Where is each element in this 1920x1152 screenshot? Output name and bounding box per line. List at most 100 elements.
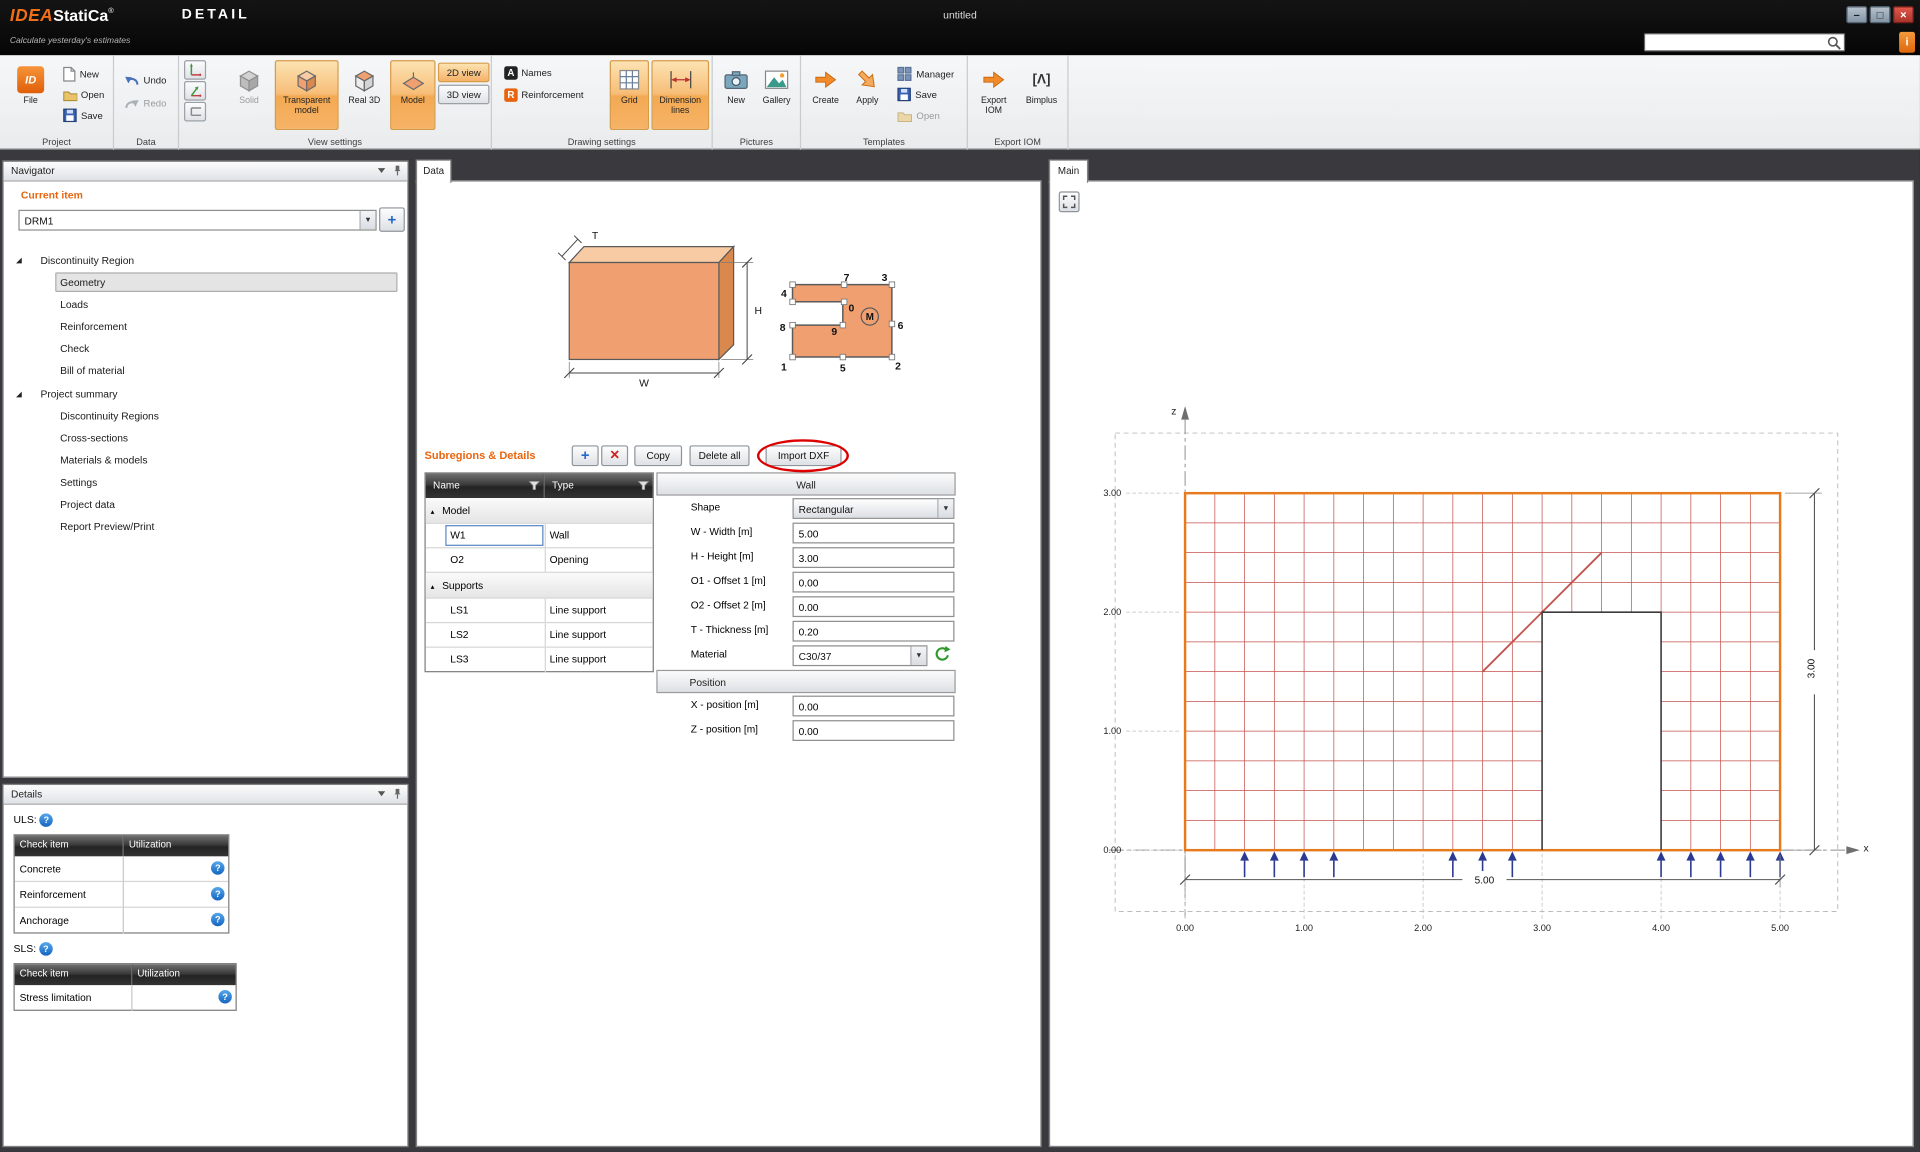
grid-toggle-button[interactable]: Grid bbox=[610, 60, 649, 130]
delete-all-button[interactable]: Delete all bbox=[689, 445, 749, 466]
table-row-o2[interactable]: O2 Opening bbox=[426, 548, 653, 573]
view-2d-button[interactable]: 2D view bbox=[438, 63, 490, 83]
chevron-down-icon[interactable]: ▼ bbox=[937, 499, 953, 517]
view-3d-button[interactable]: 3D view bbox=[438, 85, 490, 105]
uls-row-concrete[interactable]: Concrete bbox=[15, 856, 124, 882]
material-refresh-button[interactable] bbox=[934, 645, 951, 662]
add-item-button[interactable]: + bbox=[379, 207, 405, 232]
minimize-button[interactable]: – bbox=[1846, 6, 1867, 23]
filter-icon[interactable] bbox=[638, 481, 649, 491]
zpos-field[interactable] bbox=[793, 720, 955, 741]
template-save-button[interactable]: Save bbox=[892, 85, 966, 105]
tree-root-project-summary[interactable]: ◢ Project summary bbox=[4, 384, 403, 404]
tree-item-report-preview-print[interactable]: Report Preview/Print bbox=[60, 516, 154, 536]
details-header[interactable]: Details bbox=[4, 785, 408, 805]
column-header-type[interactable]: Type bbox=[545, 474, 653, 499]
help-icon[interactable]: ? bbox=[211, 861, 224, 874]
file-button[interactable]: ID File bbox=[10, 60, 52, 130]
tree-item-reinforcement[interactable]: Reinforcement bbox=[60, 317, 127, 337]
group-row-supports[interactable]: ▴ Supports bbox=[426, 573, 653, 599]
wall-drawing-canvas[interactable]: z x 3.002.001.000.000.001.002.003.004.00… bbox=[1050, 182, 1912, 1146]
maximize-button[interactable]: □ bbox=[1870, 6, 1891, 23]
expander-icon[interactable]: ◢ bbox=[16, 385, 22, 405]
undo-button[interactable]: Undo bbox=[119, 70, 174, 90]
tree-item-loads[interactable]: Loads bbox=[60, 294, 88, 314]
navigator-header[interactable]: Navigator bbox=[4, 162, 408, 182]
table-row-ls2[interactable]: LS2 Line support bbox=[426, 623, 653, 648]
help-icon[interactable]: ? bbox=[211, 887, 224, 900]
cell-name[interactable]: O2 bbox=[450, 548, 464, 571]
uls-row-anchorage[interactable]: Anchorage bbox=[15, 908, 124, 934]
model-view-button[interactable]: Model bbox=[390, 60, 435, 130]
collapse-icon[interactable]: ▴ bbox=[431, 509, 435, 516]
chevron-down-icon[interactable]: ▼ bbox=[359, 211, 375, 229]
uls-row-reinforcement[interactable]: Reinforcement bbox=[15, 882, 124, 908]
add-subregion-button[interactable]: + bbox=[572, 445, 599, 466]
close-button[interactable]: × bbox=[1893, 6, 1914, 23]
export-iom-button[interactable]: Export IOM bbox=[972, 60, 1016, 130]
axes-view-button-1[interactable] bbox=[184, 60, 206, 80]
new-project-button[interactable]: New bbox=[58, 64, 110, 84]
current-item-dropdown[interactable]: DRM1 ▼ bbox=[18, 210, 376, 231]
tree-item-geometry[interactable]: Geometry bbox=[55, 272, 397, 292]
offset2-field[interactable] bbox=[793, 596, 955, 617]
info-button[interactable]: i bbox=[1899, 32, 1915, 53]
bimplus-button[interactable]: [Λ] Bimplus bbox=[1018, 60, 1065, 130]
real-3d-button[interactable]: Real 3D bbox=[340, 60, 389, 130]
shape-select[interactable]: Rectangular ▼ bbox=[793, 498, 955, 519]
xpos-field[interactable] bbox=[793, 696, 955, 717]
table-row-ls1[interactable]: LS1 Line support bbox=[426, 599, 653, 624]
chevron-down-icon[interactable]: ▼ bbox=[910, 647, 926, 665]
table-row-w1[interactable]: W1 Wall bbox=[426, 524, 653, 549]
solid-view-button[interactable]: Solid bbox=[225, 60, 274, 130]
offset1-field[interactable] bbox=[793, 572, 955, 593]
height-field[interactable] bbox=[793, 547, 955, 568]
uls-help-icon[interactable]: ? bbox=[40, 813, 53, 826]
cell-name[interactable]: LS1 bbox=[450, 599, 468, 622]
filter-icon[interactable] bbox=[529, 481, 540, 491]
material-select[interactable]: C30/37 ▼ bbox=[793, 645, 928, 666]
help-icon[interactable]: ? bbox=[218, 990, 231, 1003]
axes-view-button-3[interactable] bbox=[184, 102, 206, 122]
axes-view-button-2[interactable] bbox=[184, 81, 206, 101]
tree-item-materials-models[interactable]: Materials & models bbox=[60, 450, 147, 470]
opening-region[interactable] bbox=[1542, 612, 1661, 850]
dimension-lines-toggle-button[interactable]: Dimension lines bbox=[651, 60, 709, 130]
thickness-field[interactable] bbox=[793, 621, 955, 642]
cell-name[interactable]: LS2 bbox=[450, 623, 468, 646]
template-open-button[interactable]: Open bbox=[892, 106, 966, 126]
tree-root-discontinuity-region[interactable]: ◢ Discontinuity Region bbox=[4, 250, 403, 270]
template-create-button[interactable]: Create bbox=[806, 60, 845, 130]
tab-main[interactable]: Main bbox=[1049, 159, 1088, 182]
collapse-icon[interactable]: ▴ bbox=[431, 584, 435, 591]
column-header-name[interactable]: Name bbox=[426, 474, 545, 499]
copy-button[interactable]: Copy bbox=[634, 445, 682, 466]
transparent-model-button[interactable]: Transparent model bbox=[275, 60, 339, 130]
cell-name[interactable]: W1 bbox=[445, 525, 543, 546]
tab-data[interactable]: Data bbox=[416, 159, 452, 182]
pin-icon[interactable] bbox=[393, 788, 403, 800]
tree-item-bill-of-material[interactable]: Bill of material bbox=[60, 361, 125, 381]
delete-subregion-button[interactable]: ✕ bbox=[601, 445, 628, 466]
sls-help-icon[interactable]: ? bbox=[39, 942, 52, 955]
cell-name[interactable]: LS3 bbox=[450, 648, 468, 671]
help-icon[interactable]: ? bbox=[211, 913, 224, 926]
search-icon[interactable] bbox=[1827, 36, 1842, 51]
width-field[interactable] bbox=[793, 523, 955, 544]
template-apply-button[interactable]: Apply bbox=[848, 60, 887, 130]
chevron-down-icon[interactable] bbox=[377, 790, 387, 797]
import-dxf-button[interactable]: Import DXF bbox=[766, 445, 842, 466]
chevron-down-icon[interactable] bbox=[377, 167, 387, 174]
search-input[interactable] bbox=[1648, 34, 1827, 50]
search-box[interactable] bbox=[1644, 33, 1845, 51]
line-supports[interactable] bbox=[1240, 851, 1784, 877]
tree-item-project-data[interactable]: Project data bbox=[60, 494, 115, 514]
table-row-ls3[interactable]: LS3 Line support bbox=[426, 648, 653, 673]
picture-new-button[interactable]: New bbox=[718, 60, 755, 130]
tree-item-cross-sections[interactable]: Cross-sections bbox=[60, 428, 128, 448]
redo-button[interactable]: Redo bbox=[119, 93, 174, 113]
tree-item-settings[interactable]: Settings bbox=[60, 472, 97, 492]
group-row-model[interactable]: ▴ Model bbox=[426, 498, 653, 524]
tree-item-discontinuity-regions[interactable]: Discontinuity Regions bbox=[60, 406, 159, 426]
expander-icon[interactable]: ◢ bbox=[16, 251, 22, 271]
